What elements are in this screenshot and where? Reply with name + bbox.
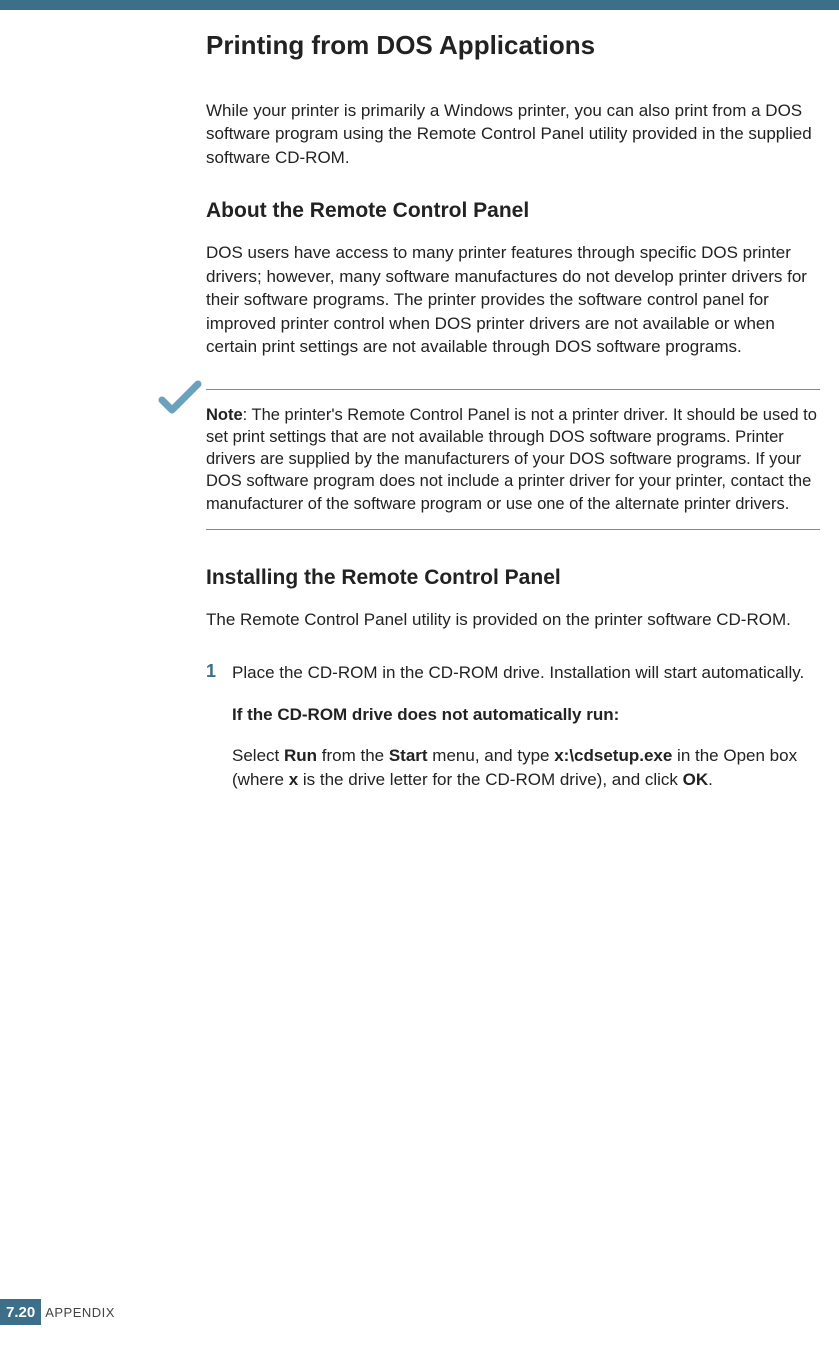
run-text-pre: Select [232, 746, 284, 765]
top-bar [0, 0, 839, 10]
install-heading: Installing the Remote Control Panel [206, 566, 820, 590]
step-1: 1 Place the CD-ROM in the CD-ROM drive. … [206, 661, 820, 684]
install-paragraph: The Remote Control Panel utility is prov… [206, 608, 820, 631]
page-number: 20 [19, 1304, 36, 1321]
run-bold-5: OK [683, 770, 709, 789]
page-content: Printing from DOS Applications While you… [0, 10, 820, 791]
run-text-mid4: is the drive letter for the CD-ROM drive… [298, 770, 683, 789]
checkmark-icon [158, 380, 202, 416]
run-bold-2: Start [389, 746, 428, 765]
step-body: Place the CD-ROM in the CD-ROM drive. In… [232, 661, 804, 684]
main-heading: Printing from DOS Applications [206, 30, 820, 61]
run-bold-3: x:\cdsetup.exe [554, 746, 672, 765]
step-run-instruction: Select Run from the Start menu, and type… [232, 744, 820, 791]
about-paragraph: DOS users have access to many printer fe… [206, 241, 820, 358]
run-text-mid2: menu, and type [428, 746, 555, 765]
page-chapter: 7. [6, 1304, 19, 1321]
page-number-badge: 7.20 [0, 1299, 41, 1325]
run-bold-1: Run [284, 746, 317, 765]
note-label: Note [206, 406, 243, 424]
run-bold-4: x [289, 770, 298, 789]
step-sub-heading: If the CD-ROM drive does not automatical… [232, 703, 820, 726]
run-text-end: . [708, 770, 713, 789]
run-text-mid1: from the [317, 746, 389, 765]
note-block: Note: The printer's Remote Control Panel… [206, 389, 820, 530]
about-heading: About the Remote Control Panel [206, 199, 820, 223]
note-body: : The printer's Remote Control Panel is … [206, 406, 817, 513]
step-number: 1 [206, 661, 232, 682]
footer-section-label: APPENDIX [45, 1305, 115, 1320]
intro-paragraph: While your printer is primarily a Window… [206, 99, 820, 169]
page-footer: 7.20 APPENDIX [0, 1299, 115, 1325]
note-text: Note: The printer's Remote Control Panel… [206, 404, 820, 515]
